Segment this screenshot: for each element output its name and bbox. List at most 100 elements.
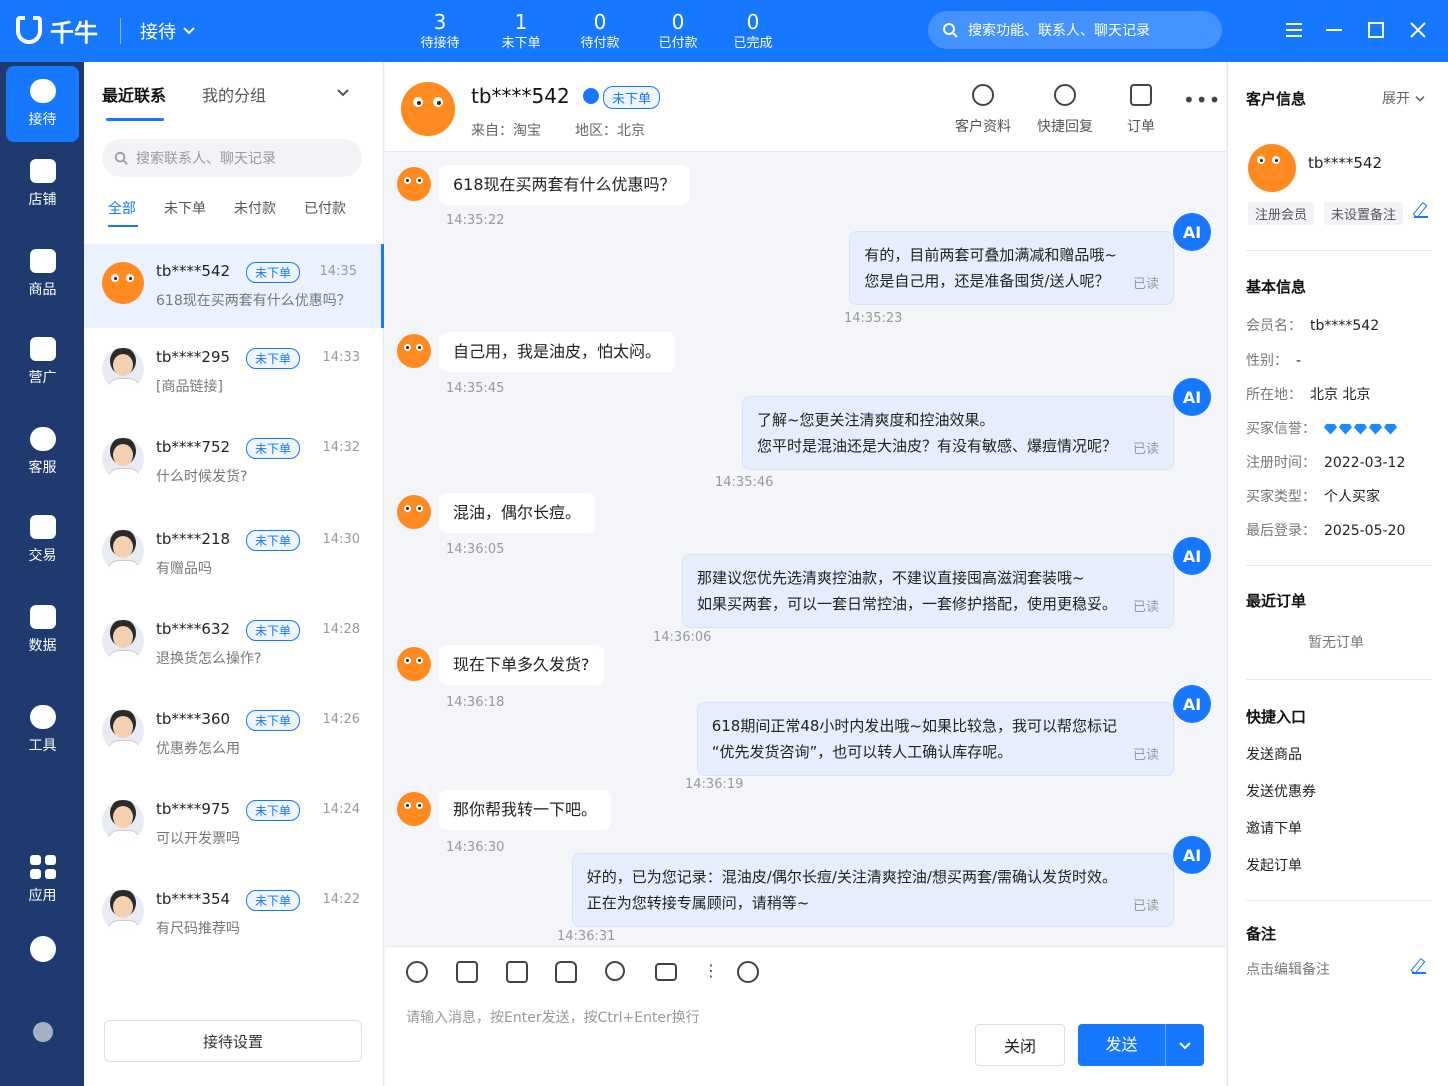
thumbs-up-icon[interactable]: [555, 961, 577, 983]
contact-name: tb****295: [156, 348, 231, 366]
stat-number: 0: [593, 10, 607, 34]
stat-awaiting-payment[interactable]: 0 待付款: [560, 10, 640, 54]
contact-row[interactable]: tb****632 未下单 14:28 退换货怎么操作?: [84, 602, 384, 686]
filter-paid[interactable]: 已付款: [304, 198, 346, 218]
stat-paid[interactable]: 0 已付款: [638, 10, 718, 54]
contact-row[interactable]: tb****295 未下单 14:33 [商品链接]: [84, 330, 384, 414]
note-edit-link[interactable]: 点击编辑备注: [1246, 959, 1330, 979]
message-line: 了解~您更关注清爽度和控油效果。: [756, 411, 995, 429]
info-key: 性别：: [1246, 353, 1288, 369]
message-time: 14:35:46: [715, 475, 774, 490]
edit-icon[interactable]: [1412, 960, 1426, 974]
chat-contact-name: tb****542: [471, 84, 570, 108]
ai-avatar: AI: [1173, 685, 1211, 723]
contact-search-input[interactable]: 搜索联系人、聊天记录: [102, 139, 362, 177]
contact-row[interactable]: tb****975 未下单 14:24 可以开发票吗: [84, 782, 384, 866]
contact-row[interactable]: tb****752 未下单 14:32 什么时候发货?: [84, 420, 384, 504]
section-title: 最近订单: [1246, 592, 1307, 610]
quick-send-product[interactable]: 发送商品: [1246, 744, 1302, 764]
contact-row[interactable]: tb****218 未下单 14:30 有赠品吗: [84, 512, 384, 596]
nav-products[interactable]: 商品: [6, 236, 79, 312]
panel-title: 客户信息: [1246, 90, 1307, 108]
nav-data[interactable]: 数据: [6, 592, 79, 668]
read-status: 已读: [1132, 899, 1159, 914]
global-search-input[interactable]: 搜索功能、联系人、聊天记录: [928, 11, 1222, 49]
nav-label: 应用: [28, 888, 57, 904]
nav-reception[interactable]: 接待: [6, 66, 79, 142]
emoji-icon[interactable]: [406, 961, 428, 983]
nav-trade[interactable]: 交易: [6, 502, 79, 578]
smile-icon[interactable]: [737, 961, 759, 983]
info-value: 2022-03-12: [1324, 455, 1406, 471]
message-time: 14:36:18: [446, 695, 505, 710]
contact-time: 14:28: [322, 622, 360, 637]
nav-shop[interactable]: 店铺: [6, 146, 79, 222]
image-icon[interactable]: [456, 961, 478, 983]
nav-promotion[interactable]: 营广: [6, 324, 79, 400]
nav-apps[interactable]: 应用: [6, 842, 79, 918]
minimize-icon[interactable]: [1320, 16, 1348, 44]
quick-send-coupon[interactable]: 发送优惠券: [1246, 781, 1316, 801]
tab-groups[interactable]: 我的分组: [202, 82, 266, 106]
nav-tools[interactable]: 工具: [6, 692, 79, 768]
tab-recent[interactable]: 最近联系: [102, 82, 166, 106]
message-line: 好的，已为您记录：混油皮/偶尔长痘/关注清爽控油/想买两套/需确认发货时效。: [586, 868, 1117, 886]
edit-icon[interactable]: [1414, 204, 1428, 218]
chevron-down-icon[interactable]: [336, 88, 350, 98]
stat-not-ordered[interactable]: 1 未下单: [481, 10, 561, 54]
customer-profile-button[interactable]: 客户资料: [948, 84, 1018, 136]
quick-create-order[interactable]: 发起订单: [1246, 855, 1302, 875]
diamond-icon: [1339, 423, 1352, 435]
contact-row[interactable]: tb****360 未下单 14:26 优惠券怎么用: [84, 692, 384, 776]
tab-underline: [106, 118, 164, 121]
filter-unpaid[interactable]: 未付款: [234, 198, 276, 218]
contact-row[interactable]: tb****542 未下单 14:35 618现在买两套有什么优惠吗？: [84, 244, 384, 328]
info-key: 买家类型：: [1246, 489, 1316, 505]
screenshot-icon[interactable]: [506, 961, 528, 983]
quick-reply-button[interactable]: 快捷回复: [1030, 84, 1100, 136]
info-row: 会员名： tb****542: [1246, 315, 1379, 335]
message-input[interactable]: 请输入消息，按Enter发送，按Ctrl+Enter换行: [406, 1007, 700, 1027]
mode-dropdown[interactable]: 接待: [140, 18, 196, 44]
nav-customer-service[interactable]: 客服: [6, 414, 79, 490]
contact-preview: 优惠券怎么用: [156, 741, 240, 757]
chevron-down-icon: [1179, 1041, 1191, 1049]
customer-message: 那你帮我转一下吧。: [439, 790, 612, 830]
more-vertical-icon[interactable]: ⋮: [703, 961, 719, 980]
message-line: 有的，目前两套可叠加满减和赠品哦~: [864, 246, 1117, 264]
scissors-icon[interactable]: [605, 961, 625, 981]
filter-not-ordered[interactable]: 未下单: [164, 198, 206, 218]
contact-preview: 什么时候发货?: [156, 469, 248, 485]
ai-message: 那建议您优先选清爽控油款，不建议直接囤高滋润套装哦~ 如果买两套，可以一套日常控…: [681, 554, 1174, 628]
customer-message: 自己用，我是油皮，怕太闷。: [439, 332, 676, 372]
expand-button[interactable]: 展开: [1382, 88, 1426, 108]
read-status: 已读: [1132, 748, 1159, 763]
menu-icon[interactable]: [1280, 16, 1308, 44]
contact-row[interactable]: tb****354 未下单 14:22 有尺码推荐吗: [84, 872, 384, 956]
info-key: 会员名：: [1246, 318, 1302, 334]
message-icon[interactable]: [33, 1022, 53, 1042]
close-chat-button[interactable]: 关闭: [975, 1024, 1065, 1066]
action-label: 快捷回复: [1037, 119, 1093, 135]
note-tag: 未设置备注: [1324, 202, 1404, 225]
reception-settings-button[interactable]: 接待设置: [104, 1020, 362, 1062]
stat-label: 已付款: [658, 36, 698, 51]
stat-completed[interactable]: 0 已完成: [713, 10, 793, 54]
message-time: 14:36:05: [446, 542, 505, 557]
order-button[interactable]: 订单: [1106, 84, 1176, 136]
close-icon[interactable]: [1404, 16, 1432, 44]
read-status: 已读: [1132, 277, 1159, 292]
send-button[interactable]: 发送: [1078, 1024, 1204, 1066]
filter-all[interactable]: 全部: [108, 198, 136, 218]
stat-pending[interactable]: 3 待接待: [400, 10, 480, 54]
quick-invite-order[interactable]: 邀请下单: [1246, 818, 1302, 838]
folder-icon[interactable]: [655, 963, 677, 981]
user-circle-icon: [972, 84, 994, 106]
more-options-icon[interactable]: •••: [1183, 88, 1221, 112]
ai-avatar: AI: [1173, 537, 1211, 575]
status-badge: 未下单: [246, 262, 301, 283]
maximize-icon[interactable]: [1362, 16, 1390, 44]
settings-gear-icon[interactable]: [30, 936, 56, 962]
message-line: 618期间正常48小时内发出哦~如果比较急，我可以帮您标记: [711, 717, 1117, 735]
send-options-dropdown[interactable]: [1166, 1036, 1204, 1055]
